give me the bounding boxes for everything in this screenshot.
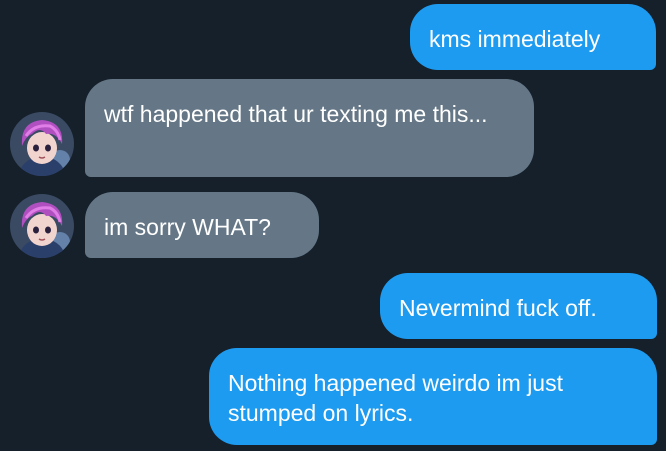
message-text: Nevermind fuck off. xyxy=(399,295,597,321)
anime-girl-purple-hair-avatar-icon xyxy=(10,112,74,176)
sent-message-bubble[interactable]: Nevermind fuck off. xyxy=(380,273,657,339)
sent-message-bubble[interactable]: Nothing happened weirdo im just stumped … xyxy=(209,348,657,445)
contact-avatar[interactable] xyxy=(10,112,74,176)
message-text: kms immediately xyxy=(429,26,601,52)
received-message-bubble[interactable]: im sorry WHAT? xyxy=(85,192,319,258)
received-message-bubble[interactable]: wtf happened that ur texting me this... xyxy=(85,79,534,177)
message-text: im sorry WHAT? xyxy=(104,214,271,240)
message-text: wtf happened that ur texting me this... xyxy=(104,101,488,127)
sent-message-bubble[interactable]: kms immediately xyxy=(410,4,656,70)
anime-girl-purple-hair-avatar-icon xyxy=(10,194,74,258)
contact-avatar[interactable] xyxy=(10,194,74,258)
message-text: Nothing happened weirdo im just stumped … xyxy=(228,370,563,426)
